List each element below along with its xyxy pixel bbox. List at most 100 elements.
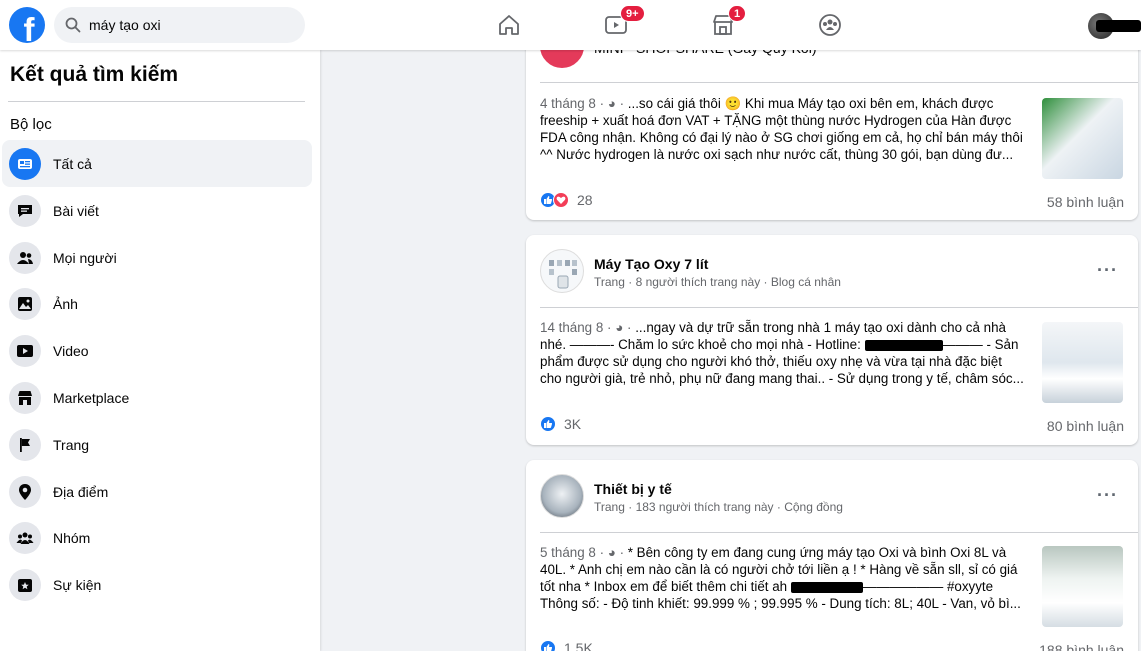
page-meta: Trang · 8 người thích trang này · Blog c… [594,275,841,289]
sidebar-item-label: Bài viết [53,202,99,219]
reactions-summary[interactable]: 1,5K [540,640,593,651]
public-globe-icon: · ◕ · [595,96,628,111]
sidebar-item-people[interactable]: Mọi người [2,234,312,281]
reactions-summary[interactable]: 3K [540,416,581,432]
groups-icon [9,521,41,554]
search-results-sidebar: Kết quả tìm kiếm Bộ lọc Tất cả Bài viết … [0,50,320,651]
video-icon [9,334,41,367]
sidebar-item-all[interactable]: Tất cả [2,140,312,187]
location-pin-icon [9,475,41,508]
event-star-icon [9,568,41,601]
post-thumbnail[interactable] [1042,546,1123,627]
like-icon [540,416,556,432]
page-name[interactable]: Máy Tạo Oxy 7 lít [594,256,708,272]
card-divider [540,82,1138,83]
home-icon[interactable] [496,12,522,38]
post-excerpt[interactable]: 14 tháng 8 · ◕ · ...ngay và dự trữ sẵn t… [540,319,1025,387]
post-line: ...ngay và dự trữ sẵn trong nhà 1 máy tạ… [635,320,1006,335]
page-name[interactable]: Thiết bị y tế [594,481,672,497]
post-line-suffix: ——— - Sản [942,337,1019,352]
comment-count[interactable]: 58 bình luận [1047,194,1124,210]
post-line: ^^ Nước hydrogen là nước oxi sạch như nư… [540,147,1014,162]
sidebar-item-label: Marketplace [53,389,130,406]
comment-count[interactable]: 188 bình luận [1039,642,1124,651]
post-line: Thông số: - Độ tinh khiết: 99.999 % ; 99… [540,596,1021,611]
sidebar-title: Kết quả tìm kiếm [10,63,179,86]
marketplace-icon[interactable]: 1 [710,5,747,38]
sidebar-item-groups[interactable]: Nhóm [2,514,312,561]
filter-heading: Bộ lọc [10,116,52,133]
post-line: 40L. * Anh chị em nào cần là có người ch… [540,562,1018,577]
post-line: FDA công nhận. Không có đại lý nào ở SG … [540,130,1023,145]
sidebar-divider [8,101,305,102]
post-line: nhé. ———- Chăm lo sức khoẻ cho mọi nhà -… [540,337,861,352]
like-icon [540,640,556,651]
redacted-contact [790,581,863,593]
people-icon [9,241,41,274]
redacted-hotline [864,339,943,351]
reactions-summary[interactable]: 28 [540,192,593,208]
sidebar-item-label: Trang [53,436,90,453]
card-divider [540,532,1138,533]
watch-notification-badge: 9+ [620,5,645,22]
sidebar-item-places[interactable]: Địa điểm [2,468,312,515]
post-thumbnail[interactable] [1042,322,1123,403]
post-line: tốt nha * Inbox em để biết thêm chi tiết… [540,579,788,594]
post-line: freeship + xuất hoá đơn VAT + TẶNG một t… [540,113,1012,128]
flag-icon [9,428,41,461]
photos-icon [9,287,41,320]
post-line: phẩm được sử dụng cho người khó thở, thi… [540,354,1002,369]
sidebar-item-photos[interactable]: Ảnh [2,280,312,327]
redacted-profile-name [1096,20,1141,32]
search-icon [65,17,81,33]
page-avatar[interactable] [540,474,584,518]
post-line-suffix: —————— #oxyyte [862,579,994,594]
facebook-logo-icon[interactable]: f [9,7,45,43]
sidebar-item-label: Nhóm [53,529,91,546]
post-excerpt[interactable]: 4 tháng 8 · ◕ · ...so cái giá thôi 🙂 Khi… [540,95,1025,163]
reaction-count: 3K [564,416,582,432]
post-excerpt[interactable]: 5 tháng 8 · ◕ · * Bên công ty em đang cu… [540,544,1025,612]
post-date[interactable]: 14 tháng 8 [540,320,603,335]
public-globe-icon: · ◕ · [603,320,636,335]
sidebar-item-marketplace[interactable]: Marketplace [2,374,312,421]
watch-video-icon[interactable]: 9+ [603,5,645,38]
public-globe-icon: · ◕ · [595,545,628,560]
search-bar[interactable] [54,7,305,43]
love-icon [553,192,569,208]
post-thumbnail[interactable] [1042,98,1123,179]
posts-icon [9,194,41,227]
reaction-count: 1,5K [564,640,593,651]
post-line: cho người già, trẻ nhỏ, phụ nữ đang mang… [540,371,1024,386]
more-options-button[interactable]: ··· [1097,260,1118,281]
sidebar-item-label: Video [53,342,89,359]
reaction-count: 28 [577,192,593,208]
page-meta: Trang · 183 người thích trang này · Cộng… [594,500,843,514]
post-date[interactable]: 4 tháng 8 [540,96,596,111]
sidebar-item-video[interactable]: Video [2,327,312,374]
sidebar-item-posts[interactable]: Bài viết [2,187,312,234]
search-result-card[interactable]: Máy Tạo Oxy 7 lít Trang · 8 người thích … [526,235,1138,445]
groups-icon[interactable] [817,12,843,38]
card-divider [540,307,1138,308]
marketplace-icon [9,381,41,414]
search-input[interactable] [89,17,289,33]
post-line: * Bên công ty em đang cung ứng máy tạo O… [627,545,1007,560]
oxygen-machine-icon [549,260,577,289]
sidebar-item-pages[interactable]: Trang [2,421,312,468]
marketplace-notification-badge: 1 [728,5,747,22]
sidebar-item-events[interactable]: Sự kiện [2,561,312,608]
comment-count[interactable]: 80 bình luận [1047,418,1124,434]
post-line: ...so cái giá thôi 🙂 Khi mua Máy tạo oxi… [627,96,994,111]
sidebar-item-label: Ảnh [53,295,78,312]
search-result-card[interactable]: Thiết bị y tế Trang · 183 người thích tr… [526,460,1138,651]
sidebar-item-label: Tất cả [53,155,92,172]
more-options-button[interactable]: ··· [1097,485,1118,506]
search-result-card[interactable]: MINI - SHOPSHARE (Gây Quỹ Kol) 4 tháng 8… [526,20,1138,220]
post-date[interactable]: 5 tháng 8 [540,545,596,560]
sidebar-item-label: Mọi người [53,249,117,266]
sidebar-item-label: Sự kiện [53,576,102,593]
page-avatar[interactable] [540,249,584,293]
all-results-icon [9,147,41,180]
sidebar-item-label: Địa điểm [53,483,109,500]
